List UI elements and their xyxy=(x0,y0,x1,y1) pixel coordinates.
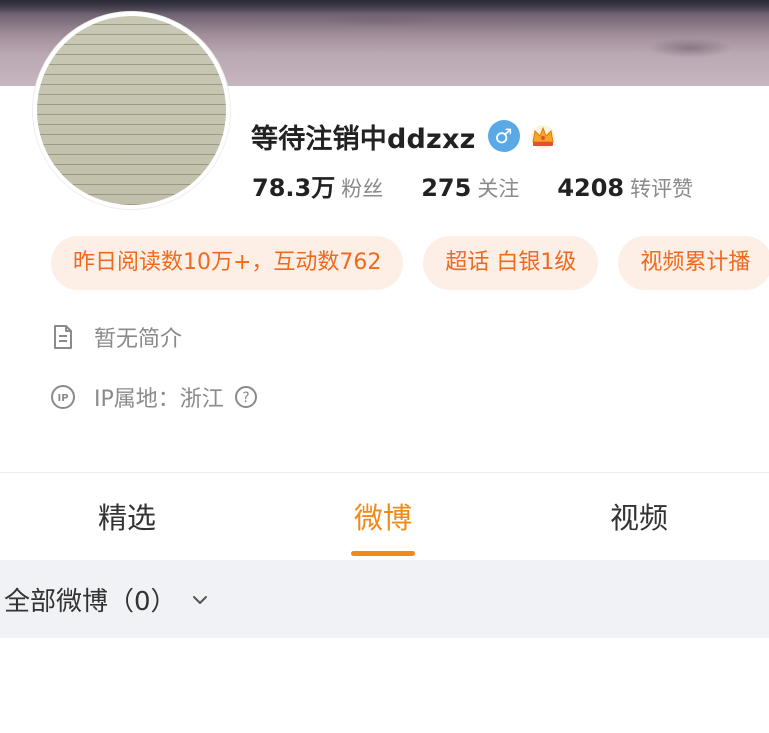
tab-weibo[interactable]: 微博 xyxy=(318,473,448,559)
stat-following[interactable]: 275 关注 xyxy=(421,173,519,203)
chip-super-topic[interactable]: 超话 白银1级 xyxy=(423,236,599,290)
likes-count: 4208 xyxy=(557,174,625,202)
chip-video-plays[interactable]: 视频累计播 xyxy=(618,236,769,290)
chip-reads[interactable]: 昨日阅读数10万+，互动数762 xyxy=(51,236,404,290)
document-icon xyxy=(54,325,72,349)
feed-list xyxy=(0,638,769,733)
following-count: 275 xyxy=(421,174,472,202)
stat-followers[interactable]: 78.3万 粉丝 xyxy=(252,168,383,203)
filter-bar: 全部微博（0） xyxy=(0,560,769,638)
tab-featured[interactable]: 精选 xyxy=(62,473,192,559)
profile-page: 等待注销中ddzxz ♂ 78.3万 粉丝 275 关注 4208 转评赞 昨日… xyxy=(0,0,769,733)
active-tab-indicator xyxy=(351,551,415,556)
tab-video[interactable]: 视频 xyxy=(574,473,704,559)
achievement-chips: 昨日阅读数10万+，互动数762 超话 白银1级 视频累计播 xyxy=(51,236,769,290)
avatar-image xyxy=(37,16,226,205)
svg-text:IP: IP xyxy=(57,393,68,404)
bio-row: 暂无简介 xyxy=(50,321,182,353)
likes-label: 转评赞 xyxy=(630,177,694,201)
avatar[interactable] xyxy=(33,12,230,209)
male-icon: ♂ xyxy=(487,120,520,152)
stat-likes[interactable]: 4208 转评赞 xyxy=(557,173,693,203)
name-row: 等待注销中ddzxz ♂ xyxy=(251,114,558,158)
followers-label: 粉丝 xyxy=(341,177,384,201)
followers-count: 78.3万 xyxy=(252,174,336,202)
ip-location: IP属地：浙江 xyxy=(94,387,224,412)
bio-text: 暂无简介 xyxy=(94,327,183,352)
stats-row: 78.3万 粉丝 275 关注 4208 转评赞 xyxy=(252,168,731,203)
ip-icon: IP xyxy=(51,385,75,409)
username: 等待注销中ddzxz xyxy=(251,123,476,155)
content-tabs: 精选 微博 视频 xyxy=(0,472,769,559)
chevron-down-icon[interactable] xyxy=(191,591,209,609)
svg-text:?: ? xyxy=(242,390,249,406)
filter-dropdown[interactable]: 全部微博（0） xyxy=(4,581,177,618)
question-circle-icon[interactable]: ? xyxy=(234,385,258,409)
ip-row: IP IP属地：浙江 ? xyxy=(50,381,258,413)
crown-icon[interactable] xyxy=(528,121,558,151)
following-label: 关注 xyxy=(477,177,520,201)
